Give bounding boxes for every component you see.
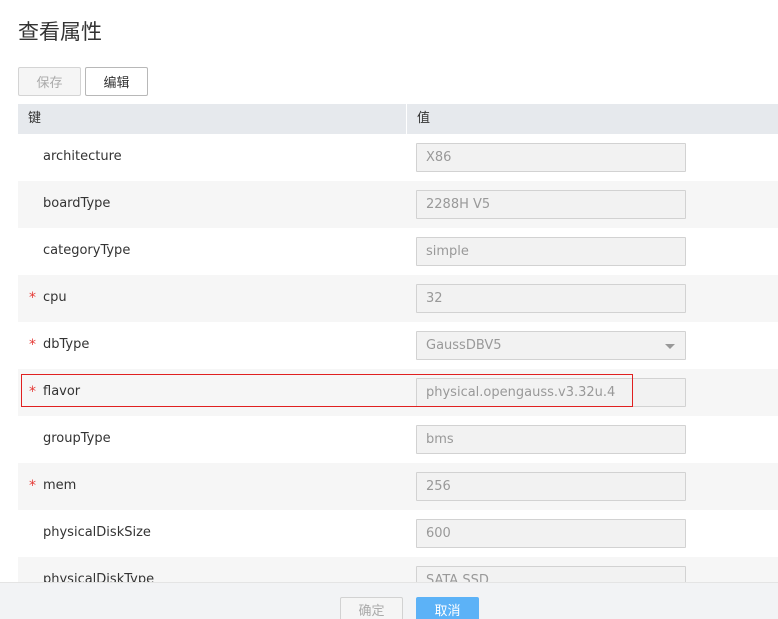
- required-marker: *: [29, 384, 36, 400]
- column-divider: [406, 104, 407, 134]
- table-row: architecture X86: [18, 134, 778, 181]
- table-row: * flavor physical.opengauss.v3.32u.4: [18, 369, 778, 416]
- property-value-field[interactable]: SATA SSD: [416, 566, 686, 582]
- table-row: * mem 256: [18, 463, 778, 510]
- property-value-field[interactable]: 600: [416, 519, 686, 548]
- property-value-field[interactable]: simple: [416, 237, 686, 266]
- property-key: categoryType: [43, 243, 131, 258]
- column-header-value: 值: [417, 111, 431, 126]
- table-row: groupType bms: [18, 416, 778, 463]
- dialog-footer: 确定 取消: [0, 582, 778, 619]
- required-marker: *: [29, 290, 36, 306]
- confirm-button[interactable]: 确定: [340, 597, 403, 619]
- property-key: physicalDiskType: [43, 572, 155, 582]
- property-value-field[interactable]: physical.opengauss.v3.32u.4: [416, 378, 686, 407]
- property-key: physicalDiskSize: [43, 525, 151, 540]
- required-marker: *: [29, 337, 36, 353]
- property-key: groupType: [43, 431, 111, 446]
- table-header: 键 值: [18, 104, 778, 134]
- dropdown-value: GaussDBV5: [426, 338, 502, 353]
- column-header-key: 键: [28, 111, 42, 126]
- property-key: architecture: [43, 149, 122, 164]
- table-row: * cpu 32: [18, 275, 778, 322]
- property-value-field[interactable]: 256: [416, 472, 686, 501]
- property-key: flavor: [43, 384, 81, 399]
- properties-table-body[interactable]: architecture X86 boardType 2288H V5 cate…: [18, 134, 778, 582]
- save-button[interactable]: 保存: [18, 67, 81, 96]
- property-key: boardType: [43, 196, 111, 211]
- table-row: * dbType GaussDBV5: [18, 322, 778, 369]
- table-row: boardType 2288H V5: [18, 181, 778, 228]
- page-title: 查看属性: [18, 20, 102, 44]
- property-value-field[interactable]: bms: [416, 425, 686, 454]
- chevron-down-icon[interactable]: [665, 344, 675, 349]
- property-value-field[interactable]: X86: [416, 143, 686, 172]
- required-marker: *: [29, 478, 36, 494]
- property-key: mem: [43, 478, 77, 493]
- property-value-field[interactable]: 32: [416, 284, 686, 313]
- property-key: cpu: [43, 290, 67, 305]
- edit-button[interactable]: 编辑: [85, 67, 148, 96]
- table-row: physicalDiskType SATA SSD: [18, 557, 778, 582]
- property-value-dropdown[interactable]: GaussDBV5: [416, 331, 686, 360]
- property-key: dbType: [43, 337, 90, 352]
- table-row: physicalDiskSize 600: [18, 510, 778, 557]
- table-row: categoryType simple: [18, 228, 778, 275]
- cancel-button[interactable]: 取消: [416, 597, 479, 619]
- property-value-field[interactable]: 2288H V5: [416, 190, 686, 219]
